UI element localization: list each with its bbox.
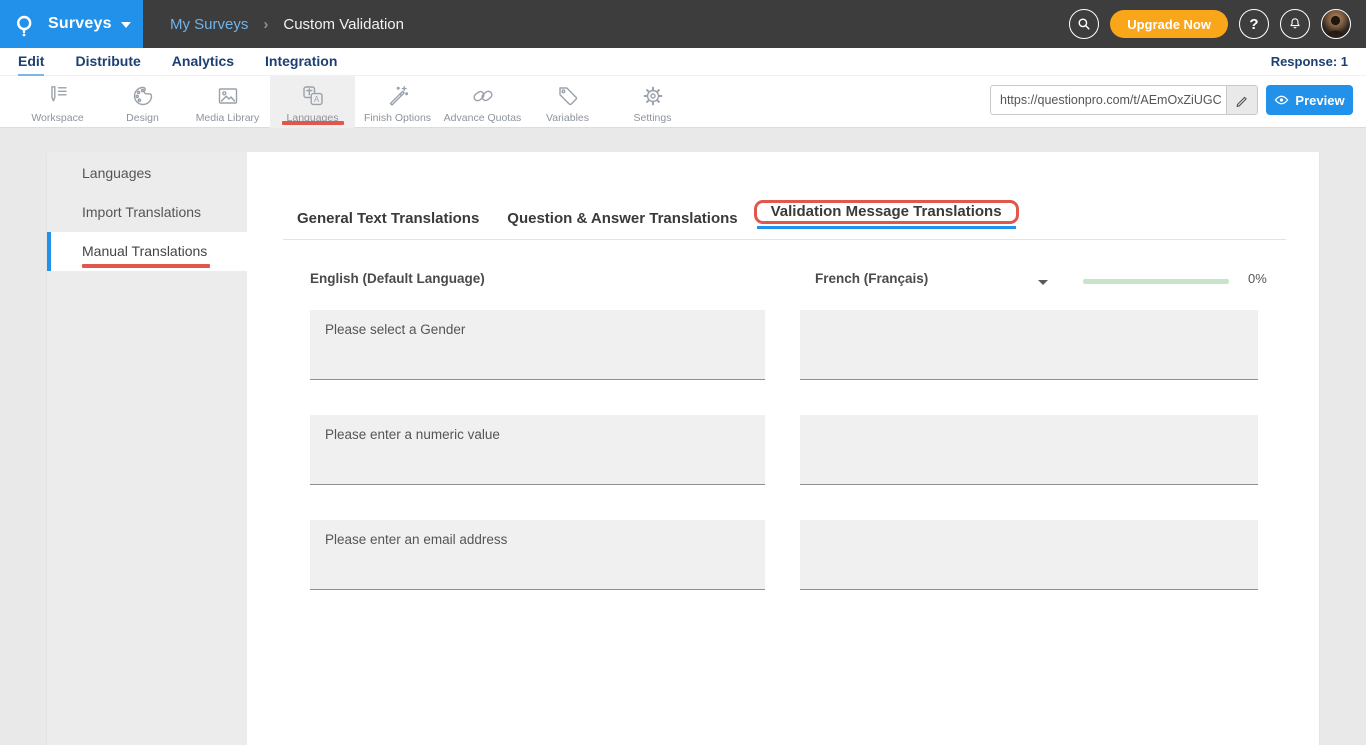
survey-nav-items: Edit Distribute Analytics Integration xyxy=(18,48,337,76)
user-avatar[interactable] xyxy=(1321,9,1351,39)
finish-options-icon xyxy=(385,83,411,109)
preview-button[interactable]: Preview xyxy=(1266,85,1353,115)
toolbar-item-workspace[interactable]: Workspace xyxy=(15,76,100,128)
target-text-gender-input[interactable] xyxy=(800,310,1258,380)
survey-url-group xyxy=(990,85,1258,115)
app-name: Surveys xyxy=(48,15,112,33)
tab-question-answer-translations[interactable]: Question & Answer Translations xyxy=(493,200,751,236)
chevron-down-icon xyxy=(121,22,131,28)
sidebar-item-manual-translations[interactable]: Manual Translations xyxy=(47,232,247,271)
source-text-gender: Please select a Gender xyxy=(310,310,765,380)
survey-nav: Edit Distribute Analytics Integration Re… xyxy=(0,48,1366,76)
variables-icon xyxy=(555,83,581,109)
workspace-icon xyxy=(45,83,71,109)
toolbar-item-label: Finish Options xyxy=(364,112,431,124)
preview-label: Preview xyxy=(1295,93,1344,108)
toolbar-item-advance-quotas[interactable]: Advance Quotas xyxy=(440,76,525,128)
languages-panel: Languages Import Translations Manual Tra… xyxy=(47,152,1319,745)
target-text-numeric-input[interactable] xyxy=(800,415,1258,485)
source-language-label: English (Default Language) xyxy=(310,271,485,286)
top-header: Surveys My Surveys › Custom Validation U… xyxy=(0,0,1366,48)
annotation-underline-manual-translations xyxy=(82,264,210,268)
toolbar-item-label: Advance Quotas xyxy=(444,112,522,124)
target-language-label: French (Français) xyxy=(815,271,928,286)
survey-url-input[interactable] xyxy=(991,86,1227,114)
tabs-divider xyxy=(283,239,1286,240)
source-text-email: Please enter an email address xyxy=(310,520,765,590)
target-language-select[interactable]: French (Français) xyxy=(815,271,928,286)
source-text-numeric: Please enter a numeric value xyxy=(310,415,765,485)
tab-analytics[interactable]: Analytics xyxy=(172,48,234,76)
edit-toolbar: Workspace Design Media Library xyxy=(0,76,1366,128)
translation-progress-bar xyxy=(1083,279,1229,284)
pencil-icon xyxy=(1234,92,1250,108)
toolbar-item-label: Design xyxy=(126,112,159,124)
target-text-email-input[interactable] xyxy=(800,520,1258,590)
eye-icon xyxy=(1274,94,1289,106)
toolbar-item-label: Workspace xyxy=(31,112,83,124)
annotation-underline-languages xyxy=(282,121,344,125)
settings-icon xyxy=(640,83,666,109)
toolbar-item-languages[interactable]: A Languages xyxy=(270,76,355,128)
languages-sidebar: Languages Import Translations Manual Tra… xyxy=(47,152,247,745)
help-icon[interactable]: ? xyxy=(1239,9,1269,39)
questionpro-logo-icon xyxy=(14,11,40,37)
toolbar-item-label: Settings xyxy=(634,112,672,124)
sidebar-item-languages[interactable]: Languages xyxy=(47,154,247,193)
chevron-down-icon[interactable] xyxy=(1038,280,1048,285)
search-icon[interactable] xyxy=(1069,9,1099,39)
svg-text:A: A xyxy=(313,95,319,104)
breadcrumb-my-surveys[interactable]: My Surveys xyxy=(170,16,248,33)
toolbar-item-finish-options[interactable]: Finish Options xyxy=(355,76,440,128)
page: Surveys My Surveys › Custom Validation U… xyxy=(0,0,1366,745)
manual-translations-main: General Text Translations Question & Ans… xyxy=(247,152,1319,745)
notifications-bell-icon[interactable] xyxy=(1280,9,1310,39)
toolbar-item-media-library[interactable]: Media Library xyxy=(185,76,270,128)
upgrade-now-button[interactable]: Upgrade Now xyxy=(1110,10,1228,38)
sidebar-item-label: Manual Translations xyxy=(82,243,207,259)
tab-edit[interactable]: Edit xyxy=(18,48,44,76)
annotation-box-validation-tab: Validation Message Translations xyxy=(754,200,1019,224)
toolbar-item-variables[interactable]: Variables xyxy=(525,76,610,128)
tab-integration[interactable]: Integration xyxy=(265,48,337,76)
edit-url-button[interactable] xyxy=(1226,86,1257,114)
media-library-icon xyxy=(215,83,241,109)
tab-general-text-translations[interactable]: General Text Translations xyxy=(283,200,493,236)
translation-tabs: General Text Translations Question & Ans… xyxy=(283,200,1019,236)
tab-validation-message-translations[interactable]: Validation Message Translations xyxy=(757,193,1016,229)
breadcrumb: My Surveys › Custom Validation xyxy=(170,0,404,48)
toolbar-item-label: Media Library xyxy=(196,112,260,124)
advance-quotas-icon xyxy=(470,83,496,109)
product-switcher[interactable]: Surveys xyxy=(0,0,143,48)
languages-icon: A xyxy=(300,83,326,109)
breadcrumb-separator: › xyxy=(263,16,268,33)
breadcrumb-current-survey: Custom Validation xyxy=(283,16,404,33)
toolbar-item-settings[interactable]: Settings xyxy=(610,76,695,128)
toolbar-item-label: Variables xyxy=(546,112,589,124)
toolbar-item-design[interactable]: Design xyxy=(100,76,185,128)
progress-percent: 0% xyxy=(1248,271,1267,286)
toolbar-items: Workspace Design Media Library xyxy=(15,76,695,128)
header-actions: Upgrade Now ? xyxy=(1069,0,1351,48)
response-count[interactable]: Response: 1 xyxy=(1271,48,1348,76)
sidebar-item-import-translations[interactable]: Import Translations xyxy=(47,193,247,232)
design-icon xyxy=(130,83,156,109)
tab-distribute[interactable]: Distribute xyxy=(75,48,140,76)
